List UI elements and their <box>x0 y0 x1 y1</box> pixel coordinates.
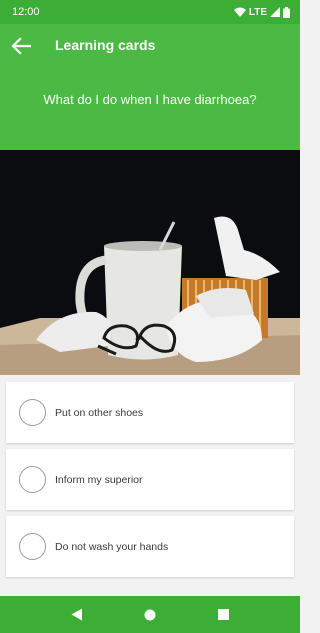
nav-recents-button[interactable] <box>213 605 233 625</box>
answer-option-1[interactable]: Put on other shoes <box>6 382 294 443</box>
status-bar: 12:00 LTE <box>0 0 300 24</box>
answer-label: Inform my superior <box>55 473 143 486</box>
network-type: LTE <box>248 6 267 18</box>
signal-icon <box>270 7 280 17</box>
app-header: Learning cards What do I do when I have … <box>0 24 300 150</box>
home-circle-icon <box>144 609 156 620</box>
answer-label: Put on other shoes <box>55 406 144 419</box>
arrow-left-icon <box>11 37 31 55</box>
wifi-icon <box>233 7 246 17</box>
answer-list: Put on other shoes Inform my superior Do… <box>6 382 294 583</box>
radio-button[interactable] <box>19 399 46 426</box>
recents-square-icon <box>217 609 229 620</box>
system-nav-bar <box>0 596 300 633</box>
status-icons: LTE <box>233 6 290 18</box>
status-time: 12:00 <box>12 6 40 18</box>
answer-label: Do not wash your hands <box>55 540 169 553</box>
nav-back-button[interactable] <box>67 605 87 625</box>
radio-button[interactable] <box>19 533 46 560</box>
nav-home-button[interactable] <box>140 605 160 625</box>
radio-button[interactable] <box>19 466 46 493</box>
answer-option-2[interactable]: Inform my superior <box>6 449 294 510</box>
back-triangle-icon <box>71 608 82 621</box>
page-title: Learning cards <box>55 37 156 53</box>
question-image <box>0 150 300 375</box>
back-button[interactable] <box>9 34 33 58</box>
question-text: What do I do when I have diarrhoea? <box>43 92 257 107</box>
answer-option-3[interactable]: Do not wash your hands <box>6 516 294 577</box>
battery-icon <box>283 6 290 18</box>
